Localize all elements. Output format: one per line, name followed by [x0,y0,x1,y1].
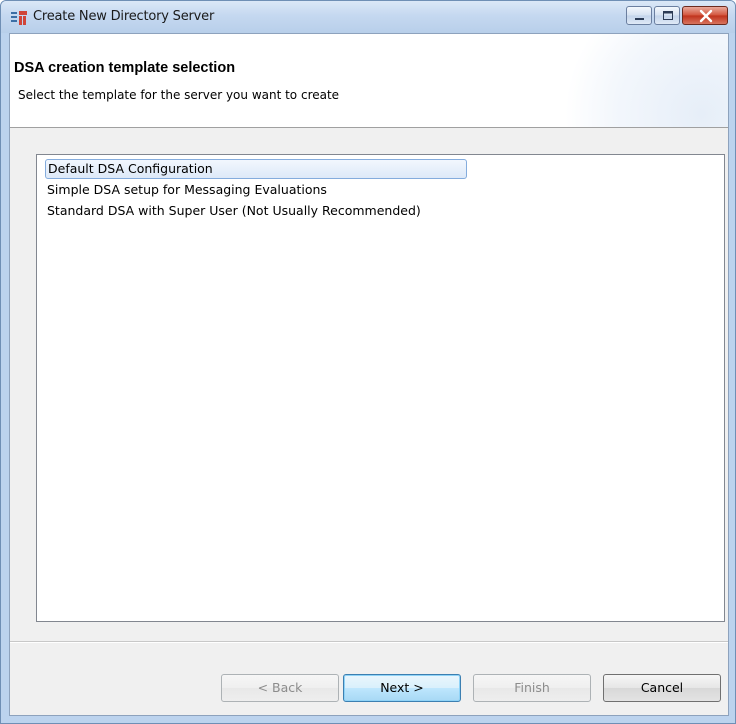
close-icon [699,9,713,23]
list-item[interactable]: Simple DSA setup for Messaging Evaluatio… [45,180,327,200]
footer-separator [10,641,728,643]
header-decoration [548,34,728,127]
maximize-icon [663,11,673,20]
minimize-button[interactable] [626,6,652,25]
title-bar[interactable]: Create New Directory Server [1,1,735,33]
maximize-button[interactable] [654,6,680,25]
minimize-icon [635,18,644,20]
window-app-icon [11,11,27,25]
close-button[interactable] [682,6,728,25]
window-title: Create New Directory Server [33,9,215,24]
list-item[interactable]: Default DSA Configuration [45,159,467,179]
template-list[interactable]: Default DSA Configuration Simple DSA set… [36,154,725,622]
next-button[interactable]: Next > [343,674,461,702]
page-title: DSA creation template selection [14,60,236,76]
wizard-header: DSA creation template selection Select t… [10,34,728,128]
page-description: Select the template for the server you w… [18,88,340,102]
dialog-window: Create New Directory Server DSA creation… [0,0,736,724]
dialog-body: DSA creation template selection Select t… [9,33,729,716]
back-button[interactable]: < Back [221,674,339,702]
finish-button[interactable]: Finish [473,674,591,702]
list-item[interactable]: Standard DSA with Super User (Not Usuall… [45,201,421,221]
cancel-button[interactable]: Cancel [603,674,721,702]
